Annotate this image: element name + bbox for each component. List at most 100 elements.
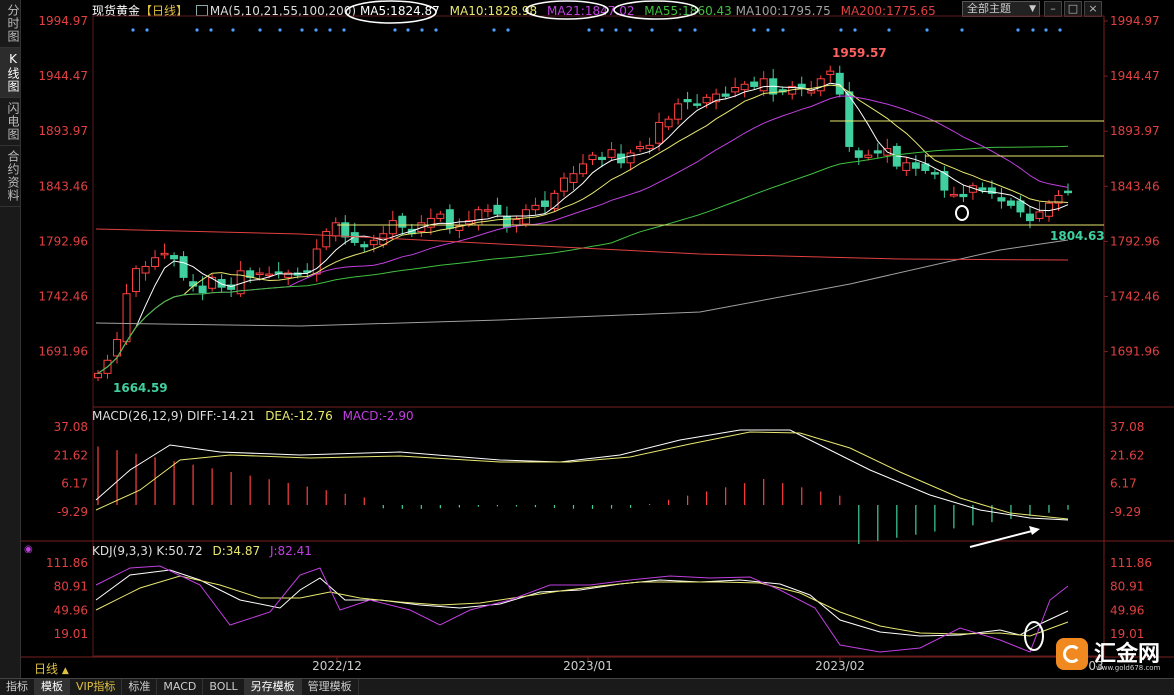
candle-body bbox=[645, 144, 654, 150]
candle-body bbox=[1016, 200, 1025, 213]
candle-body bbox=[322, 231, 331, 248]
event-dot bbox=[853, 28, 857, 32]
ma21-line bbox=[97, 95, 1069, 374]
sidebar-tab-contract[interactable]: 合约资料 bbox=[0, 146, 20, 207]
macd-diff: DIFF:-14.21 bbox=[186, 409, 256, 423]
tab-standard[interactable]: 标准 bbox=[122, 679, 158, 695]
event-dot bbox=[300, 28, 304, 32]
chart-canvas[interactable]: 1959.57 1664.59 1804.63 1994.97 1994.97 1944… bbox=[21, 0, 1174, 678]
candle-body bbox=[1064, 190, 1072, 194]
candle-body bbox=[598, 156, 607, 161]
tab-template[interactable]: 模板 bbox=[35, 679, 70, 695]
candle-body bbox=[731, 87, 740, 93]
kdj-tick-left: 19.01 bbox=[54, 627, 88, 641]
event-dot bbox=[1058, 28, 1062, 32]
tab-manage-template[interactable]: 管理模板 bbox=[302, 679, 359, 695]
ma200-line bbox=[95, 228, 1069, 261]
sidebar-tab-flash[interactable]: 闪电图 bbox=[0, 98, 20, 146]
candle-body bbox=[1035, 211, 1044, 219]
event-dot bbox=[766, 28, 770, 32]
candle-body bbox=[1006, 200, 1015, 206]
event-dot bbox=[1031, 28, 1035, 32]
low-price-label: 1664.59 bbox=[113, 381, 168, 395]
price-tick-left: 1691.96 bbox=[38, 345, 88, 359]
event-dot bbox=[393, 28, 397, 32]
sidebar-tab-timeshare[interactable]: 分时图 bbox=[0, 0, 20, 48]
price-tick-right: 1742.46 bbox=[1110, 290, 1160, 304]
price-tick-right: 1944.47 bbox=[1110, 69, 1160, 83]
candle-body bbox=[579, 163, 587, 175]
time-tick-label: 2023/02 bbox=[815, 659, 865, 673]
kdj-settings-icon[interactable]: ◉ bbox=[24, 544, 33, 555]
candle-body bbox=[807, 90, 816, 94]
macd-tick-left: 6.17 bbox=[61, 477, 88, 491]
kdj-tick-right: 49.96 bbox=[1110, 603, 1144, 617]
candle-body bbox=[436, 213, 445, 219]
event-dot bbox=[925, 28, 929, 32]
macd-tick-right: 37.08 bbox=[1110, 420, 1144, 434]
candle-body bbox=[255, 272, 264, 276]
price-tick-left: 1994.97 bbox=[38, 14, 88, 28]
candle-body bbox=[141, 265, 150, 274]
ma10-line bbox=[97, 84, 1069, 374]
macd-tick-left: -9.29 bbox=[57, 505, 88, 519]
candle-body bbox=[265, 273, 274, 277]
tab-macd[interactable]: MACD bbox=[157, 679, 204, 695]
macd-dea-line bbox=[95, 431, 1069, 520]
candle-body bbox=[759, 78, 768, 92]
tab-save-template[interactable]: 另存模板 bbox=[244, 679, 302, 695]
candle-body bbox=[122, 293, 131, 343]
candle-body bbox=[826, 70, 835, 75]
candle-body bbox=[170, 255, 179, 260]
price-tick-right: 1843.46 bbox=[1110, 179, 1160, 193]
event-dot bbox=[506, 28, 510, 32]
candle-body bbox=[702, 96, 711, 104]
tab-boll[interactable]: BOLL bbox=[203, 679, 245, 695]
macd-tick-right: 21.62 bbox=[1110, 448, 1144, 462]
candle-body bbox=[626, 152, 635, 164]
macd-dea: DEA:-12.76 bbox=[265, 409, 333, 423]
candle-body bbox=[664, 118, 673, 128]
kdj-tick-left: 49.96 bbox=[54, 603, 88, 617]
macd-tick-right: 6.17 bbox=[1110, 477, 1137, 491]
event-dot bbox=[328, 28, 332, 32]
candle-body bbox=[274, 271, 283, 274]
sidebar-tab-kline[interactable]: K线图 bbox=[0, 48, 20, 98]
period-switch[interactable]: 日线 ▲ bbox=[34, 660, 69, 677]
event-dot bbox=[145, 28, 149, 32]
price-tick-right: 1792.96 bbox=[1110, 234, 1160, 248]
bottom-toolbar: 指标 模板 VIP指标 标准 MACD BOLL 另存模板 管理模板 bbox=[0, 678, 1174, 695]
price-tick-right: 1893.97 bbox=[1110, 124, 1160, 138]
candle-body bbox=[94, 372, 102, 379]
recent-low-label: 1804.63 bbox=[1050, 229, 1105, 243]
tab-vip-indicator[interactable]: VIP指标 bbox=[70, 679, 123, 695]
period-switch-label: 日线 bbox=[34, 662, 59, 676]
candle-body bbox=[398, 215, 407, 228]
event-dot bbox=[209, 28, 213, 32]
candle-body bbox=[179, 256, 188, 278]
candle-body bbox=[160, 252, 169, 256]
event-dot bbox=[587, 28, 591, 32]
ma55-line bbox=[97, 145, 1069, 374]
event-dot bbox=[752, 28, 756, 32]
candle-body bbox=[588, 154, 597, 161]
event-dot bbox=[614, 28, 618, 32]
candle-body bbox=[740, 83, 749, 91]
candle-body bbox=[750, 81, 759, 87]
kdj-tick-right: 111.86 bbox=[1110, 556, 1152, 570]
price-tick-left: 1843.46 bbox=[38, 179, 88, 193]
event-dot bbox=[492, 28, 496, 32]
tab-indicator[interactable]: 指标 bbox=[0, 679, 35, 695]
candle-body bbox=[312, 248, 321, 275]
ma5-highlight-oval bbox=[345, 0, 437, 24]
candle-body bbox=[949, 193, 958, 197]
candle-body bbox=[521, 209, 530, 225]
price-tick-right: 1994.97 bbox=[1110, 14, 1160, 28]
candle-body bbox=[512, 219, 521, 226]
kdj-d: D:34.87 bbox=[212, 544, 261, 558]
candle-body bbox=[1025, 213, 1034, 222]
candle-body bbox=[655, 121, 664, 144]
candle-body bbox=[360, 244, 369, 248]
candle-body bbox=[835, 72, 844, 95]
event-dot bbox=[839, 28, 843, 32]
